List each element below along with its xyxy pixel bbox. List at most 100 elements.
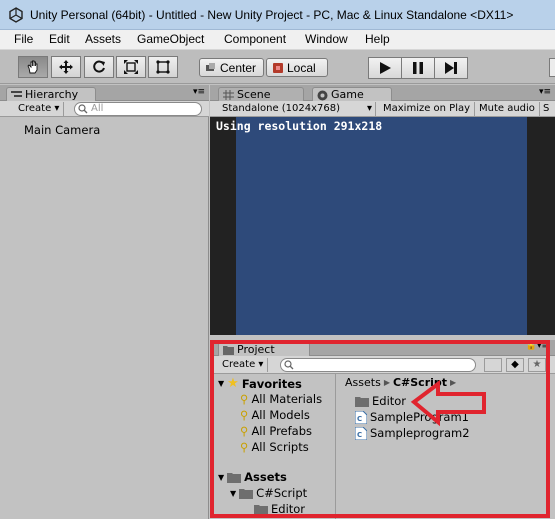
menu-window[interactable]: Window (305, 32, 348, 46)
play-button[interactable] (368, 57, 402, 79)
favorite-all-materials[interactable]: ⚲ All Materials (240, 392, 322, 406)
folder-icon (254, 504, 268, 515)
lock-and-menu-icon[interactable]: 🔒▾≡ (526, 341, 549, 351)
asset-item-sampleprogram1[interactable]: C SampleProgram1 (355, 410, 469, 424)
game-viewport[interactable] (236, 117, 527, 335)
tab-scene[interactable]: Scene (218, 87, 304, 102)
folder-editor[interactable]: Editor (254, 502, 305, 516)
menu-component[interactable]: Component (224, 32, 286, 46)
asset-item-sampleprogram2[interactable]: C Sampleprogram2 (355, 426, 470, 440)
hand-tool-button[interactable] (18, 56, 48, 78)
expand-arrow-icon: ▼ (230, 488, 237, 498)
search-filter-icon: ⚲ (240, 408, 249, 422)
rotate-tool-button[interactable] (84, 56, 114, 78)
pivot-label: Center (220, 60, 257, 75)
menu-help[interactable]: Help (365, 32, 390, 46)
scene-grid-icon (223, 90, 234, 100)
asset-item-editor-folder[interactable]: Editor (355, 394, 406, 408)
space-label: Local (287, 60, 316, 75)
search-placeholder: All (91, 103, 104, 114)
folder-icon (223, 346, 234, 355)
filter-by-label-button[interactable]: ◆ (506, 358, 524, 372)
project-subbar: Create ▾ ◆ ★ (210, 356, 555, 374)
breadcrumb-separator-icon: ▶ (450, 378, 457, 387)
tab-hierarchy[interactable]: Hierarchy (6, 87, 96, 102)
project-create-button[interactable]: Create ▾ (218, 358, 269, 372)
favorite-all-scripts[interactable]: ⚲ All Scripts (240, 440, 309, 454)
folder-icon (355, 396, 369, 407)
hierarchy-tabbar: Hierarchy ▾≡ (0, 85, 209, 102)
layers-dropdown-edge[interactable] (549, 58, 555, 77)
breadcrumb-separator-icon: ▶ (383, 378, 390, 387)
game-tab-label: Game (331, 88, 364, 101)
local-space-icon (273, 62, 283, 73)
hierarchy-tab-label: Hierarchy (25, 88, 79, 101)
favorite-all-models[interactable]: ⚲ All Models (240, 408, 310, 422)
favorites-section[interactable]: ▼ ★ Favorites (218, 376, 302, 391)
breadcrumb-assets[interactable]: Assets (345, 376, 381, 389)
window-title: Unity Personal (64bit) - Untitled - New … (30, 8, 514, 22)
expand-arrow-icon: ▼ (218, 379, 225, 388)
project-search-input[interactable] (280, 358, 476, 372)
tab-game[interactable]: Game (312, 87, 392, 102)
step-icon (445, 62, 457, 74)
stats-toggle[interactable]: S (539, 102, 553, 116)
menu-file[interactable]: File (14, 32, 33, 46)
rect-transform-icon (156, 60, 170, 74)
game-viewport-letterbox: Using resolution 291x218 (210, 117, 555, 335)
search-icon (78, 104, 88, 114)
svg-text:C: C (357, 431, 362, 439)
pivot-center-toggle[interactable]: Center (199, 58, 264, 77)
main-toolbar: Center Local (0, 50, 555, 84)
search-icon (284, 360, 294, 370)
scale-tool-button[interactable] (116, 56, 146, 78)
search-filter-icon: ⚲ (240, 392, 249, 406)
assets-root-folder[interactable]: ▼ Assets (218, 470, 287, 484)
move-tool-button[interactable] (51, 56, 81, 78)
favorites-star-icon: ★ (227, 376, 239, 391)
project-tabbar: Project 🔒▾≡ (210, 340, 555, 357)
mute-audio-toggle[interactable]: Mute audio (475, 102, 540, 116)
project-folder-tree: ▼ ★ Favorites ⚲ All Materials ⚲ All Models… (210, 374, 336, 519)
hierarchy-list-icon (11, 91, 22, 97)
game-controller-icon (317, 90, 328, 101)
breadcrumb-csharp-script[interactable]: C#Script (393, 376, 447, 389)
menu-assets[interactable]: Assets (85, 32, 121, 46)
game-view-subbar: Standalone (1024x768) ▾ Maximize on Play … (210, 101, 555, 117)
favorite-all-prefabs[interactable]: ⚲ All Prefabs (240, 424, 312, 438)
svg-text:C: C (357, 415, 362, 423)
folder-icon (227, 472, 242, 483)
resolution-dropdown[interactable]: Standalone (1024x768) ▾ (218, 102, 376, 116)
pause-icon (413, 62, 423, 74)
search-filter-icon: ⚲ (240, 440, 249, 454)
hierarchy-search-input[interactable]: All (74, 102, 202, 116)
pause-button[interactable] (401, 57, 435, 79)
csharp-script-icon: C (355, 426, 367, 440)
menu-edit[interactable]: Edit (49, 32, 70, 46)
scene-game-tabbar: Scene Game ▾≡ (210, 85, 555, 102)
move-arrows-icon (59, 60, 73, 74)
folder-csharp-script[interactable]: ▼ C#Script (230, 486, 307, 500)
space-local-toggle[interactable]: Local (266, 58, 328, 77)
window-titlebar: Unity Personal (64bit) - Untitled - New … (0, 0, 555, 30)
step-button[interactable] (434, 57, 468, 79)
unity-logo-icon (9, 7, 23, 23)
favorites-star-button[interactable]: ★ (528, 358, 546, 372)
rotate-icon (93, 60, 105, 73)
expand-arrow-icon: ▼ (218, 472, 225, 482)
panel-menu-icon[interactable]: ▾≡ (193, 87, 205, 97)
folder-icon (239, 488, 254, 499)
hierarchy-item-main-camera[interactable]: Main Camera (24, 123, 100, 137)
resolution-overlay-text: Using resolution 291x218 (216, 119, 383, 133)
menu-gameobject[interactable]: GameObject (137, 32, 204, 46)
rect-tool-button[interactable] (148, 56, 178, 78)
hierarchy-create-button[interactable]: Create ▾ (14, 102, 65, 116)
csharp-script-icon: C (355, 410, 367, 424)
hand-icon (27, 60, 38, 74)
filter-by-type-button[interactable] (484, 358, 502, 372)
scale-icon (124, 60, 138, 74)
project-panel: Project 🔒▾≡ Create ▾ ◆ ★ ▼ ★ Favorites ⚲… (210, 340, 555, 519)
panel-menu-icon[interactable]: ▾≡ (539, 87, 551, 97)
maximize-on-play-toggle[interactable]: Maximize on Play (379, 102, 476, 116)
tab-project[interactable]: Project (218, 342, 310, 357)
